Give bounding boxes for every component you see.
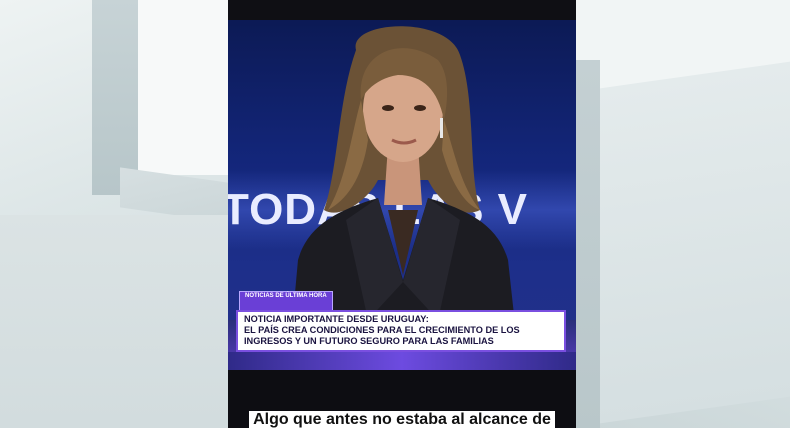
background-shape	[0, 215, 228, 428]
background-shape	[92, 0, 140, 195]
background-shape	[576, 60, 600, 428]
caption-text: Algo que antes no estaba al alcance de	[249, 411, 555, 428]
background-left-panel	[0, 0, 228, 428]
lower-third-line-2: INGRESOS Y UN FUTURO SEGURO PARA LAS FAM…	[244, 336, 494, 346]
background-shape	[138, 0, 228, 175]
lower-third-bar	[228, 352, 576, 370]
caption-line: Algo que antes no estaba al alcance de	[228, 411, 576, 428]
lower-third-banner: NOTICIA IMPORTANTE DESDE URUGUAY: EL PAÍ…	[236, 310, 566, 352]
lower-third-headline: NOTICIA IMPORTANTE DESDE URUGUAY:	[244, 314, 429, 324]
breaking-news-tag: NOTICIAS DE ÚLTIMA HORA	[239, 291, 333, 311]
breaking-news-tag-text: NOTICIAS DE ÚLTIMA HORA	[245, 293, 327, 299]
lower-third-line-1: EL PAÍS CREA CONDICIONES PARA EL CRECIMI…	[244, 325, 520, 335]
video-frame[interactable]: TODAS LAS V NOTICIAS DE ÚLTIMA HORA NOTI…	[228, 0, 576, 428]
background-shape	[600, 61, 790, 424]
background-right-panel	[576, 0, 790, 428]
